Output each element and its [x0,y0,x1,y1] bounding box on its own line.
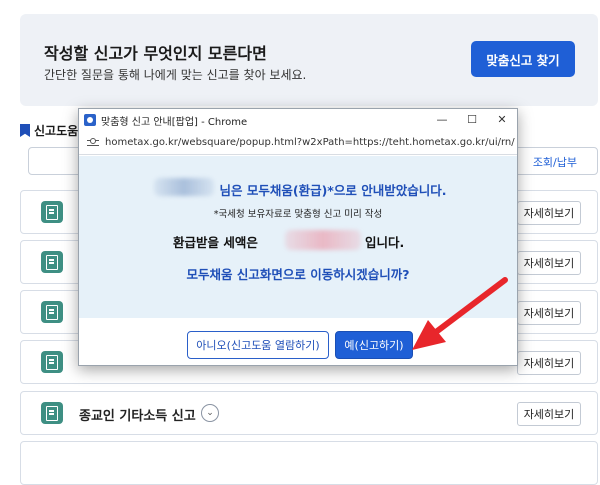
section-title: 신고도움 [34,124,79,138]
refund-label: 환급받을 세액은 [173,235,258,250]
popup-message-area: 님은 모두채움(환급)*으로 안내받았습니다. *국세청 보유자료로 맞춤형 신… [79,156,517,318]
row-label: 종교인 기타소득 신고 [79,409,196,424]
message-line: 님은 모두채움(환급)*으로 안내받았습니다. [219,183,447,198]
detail-button[interactable]: 자세히보기 [517,251,581,275]
document-icon [41,201,63,223]
redacted-amount [285,230,361,250]
site-info-icon[interactable] [87,137,99,148]
minimize-icon[interactable]: — [427,109,457,131]
document-icon [41,402,63,424]
detail-button[interactable]: 자세히보기 [517,301,581,325]
document-icon [41,301,63,323]
close-icon[interactable]: ✕ [487,109,517,131]
maximize-icon[interactable]: ☐ [457,109,487,131]
banner-subtitle: 간단한 질문을 통해 나에게 맞는 신고를 찾아 보세요. [44,68,307,82]
filter-tab-inquiry-payment[interactable]: 조회/납부 [533,154,577,170]
find-custom-report-button[interactable]: 맞춤신고 찾기 [471,41,575,77]
hometax-icon [84,114,96,126]
refund-suffix: 입니다. [365,235,405,250]
detail-button[interactable]: 자세히보기 [517,351,581,375]
address-bar[interactable]: hometax.go.kr/websquare/popup.html?w2xPa… [79,131,517,155]
url-text[interactable]: hometax.go.kr/websquare/popup.html?w2xPa… [105,137,515,148]
document-icon [41,251,63,273]
section-heading: 신고도움 [20,122,78,139]
no-view-help-button[interactable]: 아니오(신고도움 열람하기) [187,331,329,359]
window-titlebar[interactable]: 맞춤형 신고 안내[팝업] - Chrome — ☐ ✕ [79,109,517,131]
detail-button[interactable]: 자세히보기 [517,201,581,225]
list-item[interactable] [20,441,598,485]
window-title: 맞춤형 신고 안내[팝업] - Chrome [101,116,248,128]
list-item[interactable]: 종교인 기타소득 신고 ⌄ 자세히보기 [20,391,598,435]
popup-window: 맞춤형 신고 안내[팝업] - Chrome — ☐ ✕ hometax.go.… [78,108,518,366]
note-text: *국세청 보유자료로 맞춤형 신고 미리 작성 [213,209,383,220]
bookmark-icon [20,124,30,137]
yes-report-button[interactable]: 예(신고하기) [335,331,413,359]
banner-title: 작성할 신고가 무엇인지 모른다면 [44,44,267,63]
document-icon [41,351,63,373]
top-banner: 작성할 신고가 무엇인지 모른다면 간단한 질문을 통해 나에게 맞는 신고를 … [20,14,598,106]
detail-button[interactable]: 자세히보기 [517,402,581,426]
question-text: 모두채움 신고화면으로 이동하시겠습니까? [186,267,410,282]
chevron-down-icon[interactable]: ⌄ [201,404,219,422]
